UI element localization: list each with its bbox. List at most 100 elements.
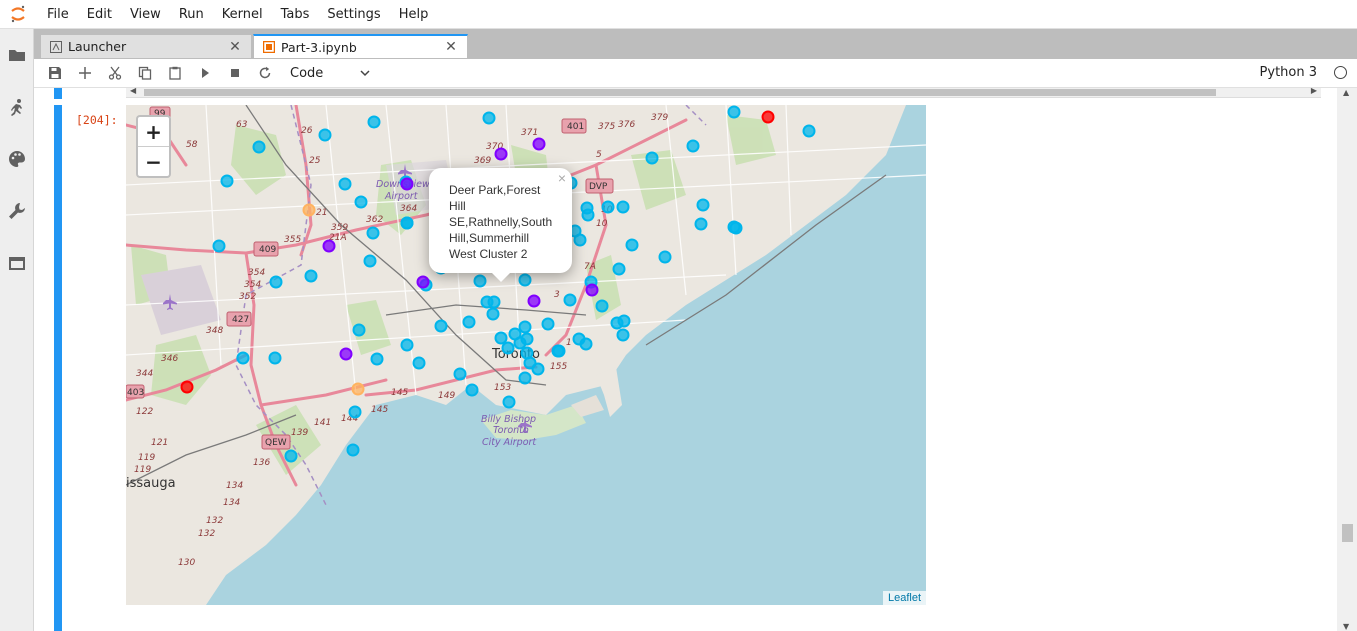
map-marker-cluster-2[interactable]	[696, 198, 710, 212]
map-marker-cluster-4[interactable]	[351, 382, 365, 396]
map-marker-cluster-2[interactable]	[541, 317, 555, 331]
map-marker-cluster-2[interactable]	[686, 139, 700, 153]
map-marker-cluster-2[interactable]	[367, 115, 381, 129]
run-icon[interactable]	[190, 59, 220, 87]
zoom-in-button[interactable]: +	[138, 117, 169, 146]
map-marker-cluster-2[interactable]	[694, 217, 708, 231]
menu-view[interactable]: View	[121, 7, 170, 22]
map-marker-cluster-2[interactable]	[616, 200, 630, 214]
map-marker-cluster-2[interactable]	[520, 332, 534, 346]
map-marker-cluster-2[interactable]	[612, 262, 626, 276]
map-marker-cluster-2[interactable]	[236, 351, 250, 365]
map-marker-cluster-2[interactable]	[658, 250, 672, 264]
map-marker-cluster-2[interactable]	[462, 315, 476, 329]
menu-kernel[interactable]: Kernel	[213, 7, 272, 22]
close-icon[interactable]: ✕	[227, 39, 243, 55]
copy-icon[interactable]	[130, 59, 160, 87]
palette-icon[interactable]	[0, 133, 33, 185]
menu-help[interactable]: Help	[390, 7, 438, 22]
scroll-down-icon[interactable]: ▼	[1343, 622, 1349, 631]
map-marker-cluster-2[interactable]	[220, 174, 234, 188]
map-marker-cluster-2[interactable]	[531, 362, 545, 376]
map-marker-cluster-2[interactable]	[354, 195, 368, 209]
horizontal-scrollbar[interactable]: ◀ ▶	[126, 88, 1321, 98]
cell-type-dropdown[interactable]: Code	[290, 66, 370, 81]
map-marker-cluster-2[interactable]	[518, 371, 532, 385]
stop-icon[interactable]	[220, 59, 250, 87]
map-marker-cluster-2[interactable]	[412, 356, 426, 370]
folium-map[interactable]: 63 58 26 25 21 359 21A 362 364 355 354 354 352 34…	[126, 105, 926, 605]
map-marker-cluster-2[interactable]	[502, 395, 516, 409]
map-marker-cluster-2[interactable]	[625, 238, 639, 252]
active-cell-marker[interactable]	[54, 105, 62, 631]
map-marker-cluster-2[interactable]	[552, 344, 566, 358]
map-marker-cluster-2[interactable]	[616, 328, 630, 342]
map-marker-cluster-0[interactable]	[761, 110, 775, 124]
map-marker-cluster-2[interactable]	[304, 269, 318, 283]
map-marker-cluster-2[interactable]	[366, 226, 380, 240]
map-marker-cluster-2[interactable]	[453, 367, 467, 381]
map-marker-cluster-2[interactable]	[645, 151, 659, 165]
close-icon[interactable]: ✕	[443, 39, 459, 55]
map-marker-cluster-2[interactable]	[727, 105, 741, 119]
vertical-scroll-thumb[interactable]	[1342, 524, 1353, 542]
map-marker-cluster-2[interactable]	[400, 216, 414, 230]
map-marker-cluster-2[interactable]	[486, 307, 500, 321]
map-marker-cluster-2[interactable]	[494, 331, 508, 345]
map-marker-cluster-2[interactable]	[518, 273, 532, 287]
map-marker-cluster-2[interactable]	[348, 405, 362, 419]
map-marker-cluster-2[interactable]	[352, 323, 366, 337]
menu-settings[interactable]: Settings	[318, 7, 389, 22]
map-marker-cluster-1[interactable]	[339, 347, 353, 361]
map-marker-cluster-2[interactable]	[269, 275, 283, 289]
map-marker-cluster-2[interactable]	[370, 352, 384, 366]
scroll-right-icon[interactable]: ▶	[1311, 88, 1317, 95]
map-marker-cluster-2[interactable]	[802, 124, 816, 138]
vertical-scrollbar[interactable]: ▲ ▼	[1337, 88, 1357, 631]
map-marker-cluster-2[interactable]	[579, 337, 593, 351]
scroll-up-icon[interactable]: ▲	[1343, 88, 1349, 97]
map-marker-cluster-2[interactable]	[563, 293, 577, 307]
map-marker-cluster-2[interactable]	[400, 338, 414, 352]
map-marker-cluster-2[interactable]	[268, 351, 282, 365]
map-marker-cluster-1[interactable]	[527, 294, 541, 308]
running-icon[interactable]	[0, 81, 33, 133]
map-marker-cluster-2[interactable]	[252, 140, 266, 154]
scroll-left-icon[interactable]: ◀	[130, 88, 136, 95]
map-marker-cluster-1[interactable]	[494, 147, 508, 161]
map-marker-cluster-2[interactable]	[480, 295, 494, 309]
map-marker-cluster-2[interactable]	[482, 111, 496, 125]
map-marker-cluster-2[interactable]	[318, 128, 332, 142]
tabs-icon[interactable]	[0, 237, 33, 289]
save-icon[interactable]	[40, 59, 70, 87]
map-marker-cluster-2[interactable]	[338, 177, 352, 191]
map-marker-cluster-0[interactable]	[180, 380, 194, 394]
zoom-out-button[interactable]: −	[138, 146, 169, 176]
restart-icon[interactable]	[250, 59, 280, 87]
add-cell-icon[interactable]	[70, 59, 100, 87]
map-marker-cluster-2[interactable]	[363, 254, 377, 268]
map-marker-cluster-2[interactable]	[434, 319, 448, 333]
map-marker-cluster-2[interactable]	[518, 320, 532, 334]
map-marker-cluster-2[interactable]	[617, 314, 631, 328]
map-marker-cluster-1[interactable]	[532, 137, 546, 151]
map-attribution[interactable]: Leaflet	[882, 591, 926, 605]
horizontal-scroll-thumb[interactable]	[144, 89, 1216, 96]
map-marker-cluster-2[interactable]	[284, 449, 298, 463]
map-marker-cluster-2[interactable]	[346, 443, 360, 457]
map-marker-cluster-2[interactable]	[212, 239, 226, 253]
map-marker-cluster-2[interactable]	[729, 221, 743, 235]
menu-file[interactable]: File	[38, 7, 78, 22]
map-marker-cluster-2[interactable]	[465, 383, 479, 397]
kernel-name[interactable]: Python 3	[1260, 65, 1317, 80]
tab-notebook[interactable]: Part-3.ipynb ✕	[253, 34, 468, 59]
cut-icon[interactable]	[100, 59, 130, 87]
map-marker-cluster-1[interactable]	[585, 283, 599, 297]
map-marker-cluster-1[interactable]	[322, 239, 336, 253]
map-marker-cluster-4[interactable]	[302, 203, 316, 217]
map-marker-cluster-2[interactable]	[595, 299, 609, 313]
paste-icon[interactable]	[160, 59, 190, 87]
map-marker-cluster-1[interactable]	[400, 177, 414, 191]
map-marker-cluster-2[interactable]	[501, 341, 515, 355]
menu-tabs[interactable]: Tabs	[272, 7, 319, 22]
